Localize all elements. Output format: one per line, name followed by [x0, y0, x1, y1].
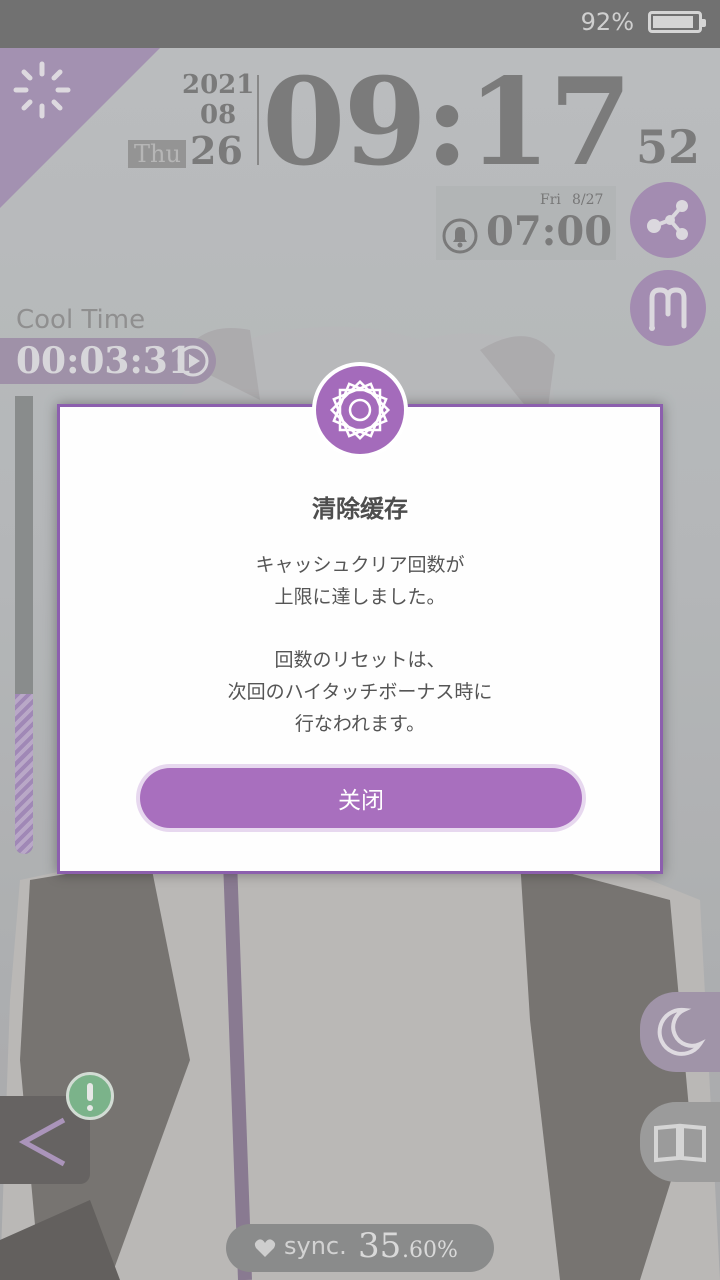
dialog-message-line: 行なわれます。 — [294, 713, 426, 735]
clear-cache-dialog: 清除缓存 キャッシュクリア回数が 上限に達しました。 回数のリセットは、 次回の… — [57, 404, 663, 874]
dialog-message-line: 次回のハイタッチボーナス時に — [227, 681, 493, 703]
close-button[interactable]: 关闭 — [140, 768, 582, 828]
emblem-icon — [329, 379, 391, 441]
dialog-message-line: 上限に達しました。 — [274, 586, 446, 608]
dialog-message-line: 回数のリセットは、 — [274, 649, 446, 671]
dialog-title: 清除缓存 — [312, 495, 408, 523]
dialog-emblem — [312, 362, 408, 458]
dialog-message-line: キャッシュクリア回数が — [255, 554, 465, 576]
